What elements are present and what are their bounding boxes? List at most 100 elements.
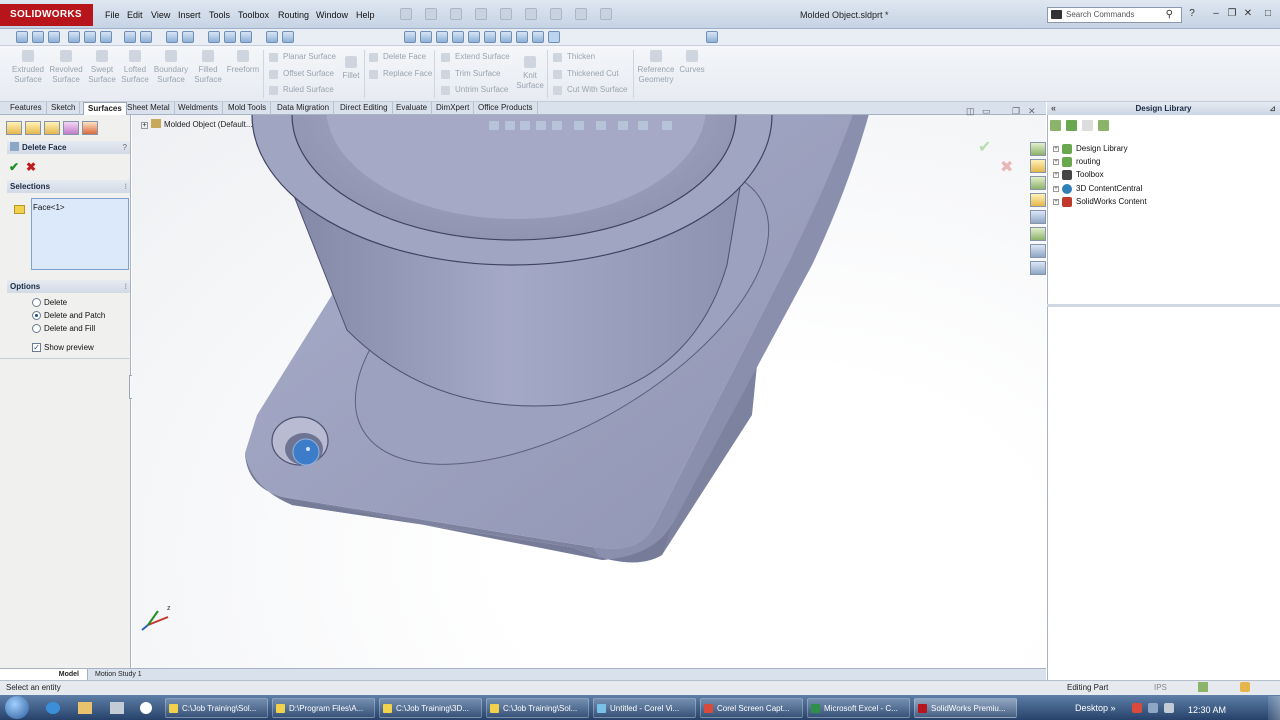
search-commands-input[interactable]: Search Commands ⚲ [1047, 7, 1182, 23]
show-preview-checkbox[interactable]: ✓ [32, 343, 41, 352]
wireframe-icon[interactable] [266, 31, 278, 43]
taskbar-item[interactable]: D:\Program Files\A... [272, 698, 375, 718]
dynamic-annotation-icon[interactable] [552, 121, 562, 130]
browser-icon[interactable] [46, 702, 60, 714]
expand-icon[interactable]: + [1053, 146, 1059, 152]
tab-model[interactable]: Model [0, 669, 88, 680]
view-right-icon[interactable] [452, 31, 464, 43]
options-icon[interactable] [600, 8, 612, 20]
view-top-icon[interactable] [468, 31, 480, 43]
tile-icon[interactable]: ◫ [966, 106, 975, 117]
pan-icon[interactable] [182, 31, 194, 43]
explorer-icon[interactable] [78, 702, 92, 714]
units-label[interactable]: IPS [1154, 680, 1167, 695]
open-icon[interactable] [425, 8, 437, 20]
part-model[interactable] [132, 115, 1046, 668]
redo-icon[interactable] [525, 8, 537, 20]
rotate-icon[interactable] [166, 31, 178, 43]
view-iso-icon[interactable] [500, 31, 512, 43]
taskbar-item[interactable]: Untitled - Corel Vi... [593, 698, 696, 718]
menu-tools[interactable]: Tools [209, 7, 230, 23]
fillet-button[interactable]: Fillet [340, 56, 362, 81]
menu-insert[interactable]: Insert [178, 7, 201, 23]
start-button[interactable] [5, 696, 29, 719]
forum-tab-icon[interactable] [1030, 261, 1046, 275]
untrim-surface-button[interactable]: Untrim Surface [441, 84, 508, 96]
zoom-area-icon[interactable] [32, 31, 44, 43]
chrome-icon[interactable] [140, 702, 152, 714]
lofted-surface-button[interactable]: Lofted Surface [119, 50, 151, 85]
cut-with-surface-button[interactable]: Cut With Surface [553, 84, 627, 96]
tab-motion-study[interactable]: Motion Study 1 [89, 669, 148, 680]
tab-direct-editing[interactable]: Direct Editing [336, 102, 393, 115]
menu-toolbox[interactable]: Toolbox [238, 7, 269, 23]
shaded-icon[interactable] [282, 31, 294, 43]
taskbar-item[interactable]: C:\Job Training\Sol... [486, 698, 589, 718]
chevron-icon[interactable]: » [1111, 703, 1116, 713]
delete-and-fill-label[interactable]: Delete and Fill [44, 324, 95, 334]
clock[interactable]: 12:30 AM [1188, 698, 1226, 720]
tab-dimxpert[interactable]: DimXpert [432, 102, 475, 115]
property-manager-tab-icon[interactable] [25, 121, 41, 135]
tab-weldments[interactable]: Weldments [174, 102, 223, 115]
file-explorer-tab-icon[interactable] [1030, 176, 1046, 190]
library-item-3d-contentcentral[interactable]: +3D ContentCentral [1053, 184, 1142, 194]
delete-and-patch-radio[interactable] [32, 311, 41, 320]
expand-icon[interactable]: + [1053, 159, 1059, 165]
edit-appearance-icon[interactable] [140, 31, 152, 43]
maximize-icon[interactable]: □ [1262, 8, 1274, 20]
selection-item[interactable]: Face<1> [33, 203, 65, 212]
graphics-area[interactable] [132, 115, 1046, 668]
collapse-icon[interactable]: ⁝ [124, 180, 127, 193]
shadows-icon[interactable] [240, 31, 252, 43]
view-bottom-icon[interactable] [484, 31, 496, 43]
realview-icon[interactable] [224, 31, 236, 43]
taskbar-item[interactable]: C:\Job Training\Sol... [165, 698, 268, 718]
feature-tree-root[interactable]: + Molded Object (Default... [141, 119, 252, 131]
boundary-surface-button[interactable]: Boundary Surface [152, 50, 190, 85]
planar-surface-button[interactable]: Planar Surface [269, 51, 336, 63]
pin-icon[interactable]: ⊿ [1269, 102, 1276, 115]
desktop-toolbar[interactable]: Desktop » [1075, 698, 1116, 718]
offset-surface-button[interactable]: Offset Surface [269, 68, 334, 80]
menu-edit[interactable]: Edit [127, 7, 143, 23]
menu-routing[interactable]: Routing [278, 7, 309, 23]
delete-and-patch-label[interactable]: Delete and Patch [44, 311, 105, 321]
add-to-library-icon[interactable] [1050, 120, 1061, 131]
expand-icon[interactable]: + [1053, 186, 1059, 192]
expand-icon[interactable]: + [1053, 199, 1059, 205]
ok-checkmark-icon[interactable]: ✔ [9, 160, 19, 174]
search-scope-icon[interactable] [1051, 10, 1062, 19]
library-item-toolbox[interactable]: + Toolbox [1053, 170, 1104, 180]
delete-and-fill-radio[interactable] [32, 324, 41, 333]
curves-button[interactable]: Curves [678, 50, 706, 75]
appearances-tab-icon[interactable] [1030, 227, 1046, 241]
tab-sheet-metal[interactable]: Sheet Metal [123, 102, 175, 115]
tab-mold-tools[interactable]: Mold Tools [224, 102, 272, 115]
save-icon[interactable] [450, 8, 462, 20]
show-preview-label[interactable]: Show preview [44, 343, 94, 353]
view-settings-icon[interactable] [662, 121, 672, 130]
swept-surface-button[interactable]: Swept Surface [86, 50, 118, 85]
section-view-icon[interactable] [68, 31, 80, 43]
select-filter-icon[interactable] [548, 31, 560, 43]
view-orientation-icon[interactable] [84, 31, 96, 43]
knit-surface-button[interactable]: Knit Surface [514, 56, 546, 91]
expand-icon[interactable]: + [141, 122, 148, 129]
collapse-panel-icon[interactable]: « [1051, 102, 1056, 115]
minimize-viewport-icon[interactable]: ▭ [982, 106, 991, 117]
trim-surface-button[interactable]: Trim Surface [441, 68, 501, 80]
delete-radio-label[interactable]: Delete [44, 298, 67, 308]
display-style-icon[interactable] [596, 121, 606, 130]
delete-face-button[interactable]: Delete Face [369, 51, 426, 63]
options-header[interactable]: Options ⁝ [7, 280, 130, 293]
expand-icon[interactable]: + [1053, 172, 1059, 178]
view-back-icon[interactable] [420, 31, 432, 43]
scene-icon[interactable] [208, 31, 220, 43]
tab-surfaces[interactable]: Surfaces [83, 102, 127, 115]
reference-geometry-button[interactable]: Reference Geometry [636, 50, 676, 85]
library-item-design-library[interactable]: + Design Library [1053, 144, 1128, 154]
taskbar-item-active[interactable]: SolidWorks Premiu... [914, 698, 1017, 718]
extruded-surface-button[interactable]: Extruded Surface [10, 50, 46, 85]
view-left-icon[interactable] [436, 31, 448, 43]
